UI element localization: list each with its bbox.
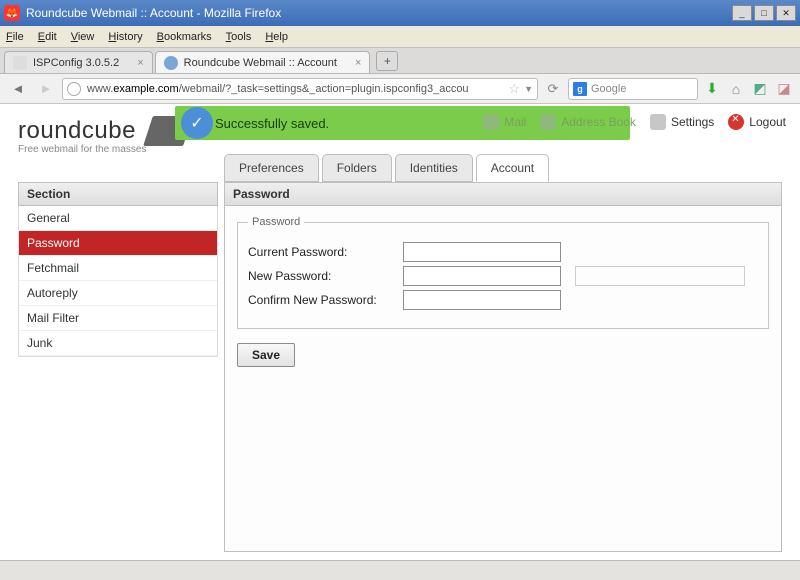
tab-account[interactable]: Account <box>476 154 549 182</box>
label-current-password: Current Password: <box>248 245 403 259</box>
menubar: File Edit View History Bookmarks Tools H… <box>0 26 800 48</box>
brand-name: roundcube <box>18 117 136 145</box>
input-new-password[interactable] <box>403 266 561 286</box>
nav-settings[interactable]: Settings <box>650 114 714 130</box>
section-header: Section <box>18 182 218 206</box>
label-confirm-password: Confirm New Password: <box>248 293 403 307</box>
menu-tools[interactable]: Tools <box>226 31 252 43</box>
logo: roundcube Free webmail for the masses <box>18 116 188 146</box>
checkmark-icon: ✓ <box>181 107 213 139</box>
menu-edit[interactable]: Edit <box>38 31 57 43</box>
close-window-button[interactable]: ✕ <box>776 5 796 21</box>
browser-tab-label: ISPConfig 3.0.5.2 <box>33 57 119 69</box>
section-item-junk[interactable]: Junk <box>19 331 217 356</box>
search-bar[interactable]: g Google <box>568 78 698 100</box>
close-tab-icon[interactable]: × <box>137 57 143 69</box>
url-prefix: www. <box>87 83 113 95</box>
firefox-icon: 🦊 <box>4 5 20 21</box>
gear-icon <box>650 114 666 130</box>
menu-bookmarks[interactable]: Bookmarks <box>157 31 212 43</box>
menu-history[interactable]: History <box>108 31 142 43</box>
section-list: General Password Fetchmail Autoreply Mai… <box>18 206 218 357</box>
favicon-icon <box>164 56 178 70</box>
logout-icon <box>728 114 744 130</box>
save-button[interactable]: Save <box>237 343 295 367</box>
brand-tagline: Free webmail for the masses <box>18 144 146 155</box>
menu-view[interactable]: View <box>71 31 95 43</box>
maximize-button[interactable]: □ <box>754 5 774 21</box>
nav-logout-label: Logout <box>749 115 786 129</box>
tab-preferences[interactable]: Preferences <box>224 154 319 182</box>
globe-icon <box>67 82 81 96</box>
favicon-icon <box>13 56 27 70</box>
address-book-icon <box>540 114 556 130</box>
panel-title: Password <box>224 182 782 206</box>
reload-button[interactable]: ⟳ <box>542 78 564 100</box>
url-path: /webmail/?_task=settings&_action=plugin.… <box>179 83 469 95</box>
nav-logout[interactable]: Logout <box>728 114 786 130</box>
section-item-fetchmail[interactable]: Fetchmail <box>19 256 217 281</box>
nav-mail-label: Mail <box>504 115 526 129</box>
section-item-autoreply[interactable]: Autoreply <box>19 281 217 306</box>
status-bar <box>0 560 800 580</box>
browser-tab-ispconfig[interactable]: ISPConfig 3.0.5.2 × <box>4 51 153 73</box>
success-text: Successfully saved. <box>215 116 329 131</box>
browser-tab-label: Roundcube Webmail :: Account <box>184 57 337 69</box>
addon-icon[interactable]: ◩ <box>750 79 770 99</box>
browser-tab-roundcube[interactable]: Roundcube Webmail :: Account × <box>155 51 371 73</box>
close-tab-icon[interactable]: × <box>355 57 361 69</box>
tab-identities[interactable]: Identities <box>395 154 473 182</box>
window-title: Roundcube Webmail :: Account - Mozilla F… <box>26 6 730 20</box>
minimize-button[interactable]: _ <box>732 5 752 21</box>
mail-icon <box>483 114 499 130</box>
back-button[interactable]: ◄ <box>6 78 30 100</box>
new-tab-button[interactable]: + <box>376 51 398 71</box>
address-bar[interactable]: www.example.com/webmail/?_task=settings&… <box>62 78 538 100</box>
input-current-password[interactable] <box>403 242 561 262</box>
menu-file[interactable]: File <box>6 31 24 43</box>
search-placeholder: Google <box>591 83 626 95</box>
section-item-password[interactable]: Password <box>19 231 217 256</box>
label-new-password: New Password: <box>248 269 403 283</box>
url-dropdown-icon[interactable]: ▼ <box>524 84 533 94</box>
nav-address-label: Address Book <box>561 115 636 129</box>
fieldset-legend: Password <box>248 216 304 228</box>
input-confirm-password[interactable] <box>403 290 561 310</box>
home-icon[interactable]: ⌂ <box>726 79 746 99</box>
bookmark-star-icon[interactable]: ☆ <box>508 81 520 97</box>
nav-settings-label: Settings <box>671 115 714 129</box>
tab-folders[interactable]: Folders <box>322 154 392 182</box>
section-item-mailfilter[interactable]: Mail Filter <box>19 306 217 331</box>
password-strength-hint <box>575 266 745 286</box>
url-domain: example.com <box>113 83 178 95</box>
download-icon[interactable]: ⬇ <box>702 79 722 99</box>
extension-icon[interactable]: ◪ <box>774 79 794 99</box>
password-fieldset: Password Current Password: New Password:… <box>237 216 769 329</box>
search-engine-icon[interactable]: g <box>573 82 587 96</box>
nav-mail[interactable]: Mail <box>483 114 526 130</box>
forward-button[interactable]: ► <box>34 78 58 100</box>
menu-help[interactable]: Help <box>265 31 288 43</box>
section-item-general[interactable]: General <box>19 206 217 231</box>
nav-address-book[interactable]: Address Book <box>540 114 636 130</box>
